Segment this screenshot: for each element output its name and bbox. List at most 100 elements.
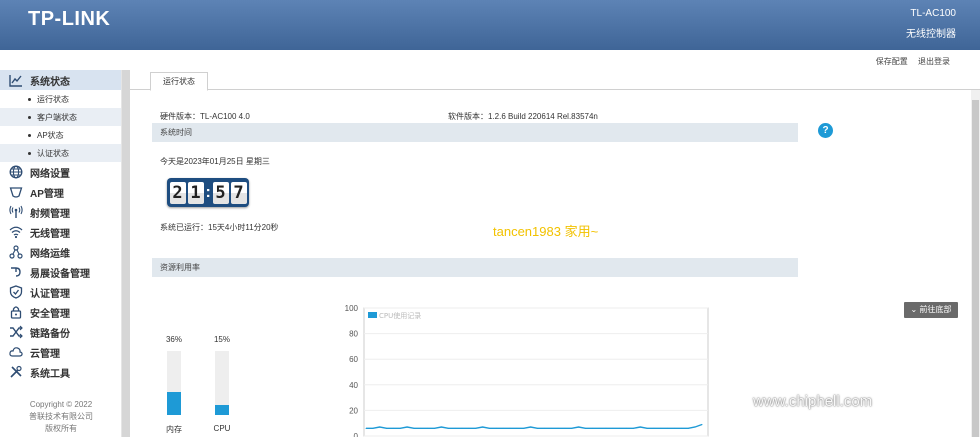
antenna-icon	[9, 205, 23, 218]
cpu-data-point	[701, 423, 703, 425]
cpu-data-point	[674, 427, 676, 429]
main-content: 运行状态 硬件版本：TL-AC100 4.0 软件版本：1.2.6 Build …	[130, 70, 980, 437]
chevron-down-icon: ⌄	[910, 305, 918, 314]
cpu-data-point	[495, 427, 497, 429]
app-header: TP-LINK TL-AC100 无线控制器	[0, 0, 980, 50]
globe-icon	[9, 165, 23, 179]
chart-line-icon	[9, 75, 22, 87]
cloud-icon	[9, 347, 23, 357]
cpu-data-point	[687, 427, 689, 429]
memory-percent: 36%	[165, 335, 182, 344]
cpu-data-point	[516, 427, 518, 429]
cpu-meter-fill	[215, 405, 229, 415]
ap-icon	[9, 187, 23, 198]
cpu-data-point	[646, 427, 648, 429]
cpu-data-point	[667, 427, 669, 429]
cpu-data-point	[626, 427, 628, 429]
memory-meter	[167, 351, 181, 415]
cpu-data-point	[399, 427, 401, 429]
section-resource-usage: 资源利用率	[152, 258, 798, 277]
system-uptime: 系统已运行：15天4小时11分20秒	[160, 223, 279, 232]
mesh-device-icon	[11, 267, 21, 277]
cpu-data-point	[612, 427, 614, 429]
cpu-data-point	[468, 427, 470, 429]
sidebar-subitem-ap-status[interactable]: AP状态	[0, 126, 121, 144]
sidebar-item-radio-management[interactable]: 射频管理	[0, 202, 121, 222]
sidebar-item-wireless-management[interactable]: 无线管理	[0, 222, 121, 242]
cpu-data-point	[660, 427, 662, 429]
sidebar-item-system-status[interactable]: 系统状态	[0, 70, 121, 90]
cpu-data-point	[632, 427, 634, 429]
cpu-data-point	[365, 427, 367, 429]
clock-digit: 1	[187, 181, 204, 204]
cpu-data-point	[482, 426, 484, 428]
cpu-data-point	[461, 427, 463, 429]
sidebar-item-auth-management[interactable]: 认证管理	[0, 282, 121, 302]
cpu-data-point	[530, 426, 532, 428]
cpu-data-point	[509, 427, 511, 429]
legend-swatch	[368, 312, 377, 318]
cpu-data-point	[523, 427, 525, 429]
cpu-data-point	[454, 427, 456, 429]
help-icon[interactable]: ?	[818, 123, 833, 138]
chiphell-watermark-url: www.chiphell.com	[753, 393, 873, 410]
cpu-data-point	[550, 427, 552, 429]
cpu-data-point	[488, 427, 490, 429]
clock-digit: 7	[230, 181, 247, 204]
y-tick-label: 80	[349, 330, 358, 339]
cpu-data-point	[571, 427, 573, 429]
sidebar-item-cloud-management[interactable]: 云管理	[0, 342, 121, 362]
logout-link[interactable]: 退出登录	[918, 57, 950, 66]
memory-meter-fill	[167, 391, 181, 415]
sidebar-subitem-auth-status[interactable]: 认证状态	[0, 144, 121, 162]
y-tick-label: 20	[349, 406, 358, 415]
cpu-data-point	[420, 427, 422, 429]
tab-run-status[interactable]: 运行状态	[150, 72, 208, 91]
wifi-icon	[9, 226, 23, 239]
network-ops-icon	[9, 245, 23, 259]
memory-label: 内存	[166, 425, 182, 434]
sidebar-item-security-management[interactable]: 安全管理	[0, 302, 121, 322]
sidebar-item-link-backup[interactable]: 链路备份	[0, 322, 121, 342]
brand-logo: TP-LINK	[28, 8, 111, 30]
sidebar-subitem-run-status[interactable]: 运行状态	[0, 90, 121, 108]
sidebar-scrollbar[interactable]	[122, 70, 130, 437]
top-link-bar: 保存配置 退出登录	[0, 50, 980, 70]
cpu-data-point	[605, 427, 607, 429]
clock-digit: 2	[169, 181, 186, 204]
cpu-data-point	[564, 427, 566, 429]
today-date: 今天是2023年01月25日 星期三	[160, 157, 270, 166]
cpu-data-point	[591, 427, 593, 429]
cpu-data-point	[680, 427, 682, 429]
sidebar-item-mesh-device-management[interactable]: 易展设备管理	[0, 262, 121, 282]
sidebar: 系统状态 运行状态 客户端状态 AP状态 认证状态 网络设置 AP管理 射频管理…	[0, 70, 122, 437]
cpu-data-point	[427, 427, 429, 429]
sidebar-item-system-tools[interactable]: 系统工具	[0, 362, 121, 382]
save-config-link[interactable]: 保存配置	[876, 57, 908, 66]
cpu-data-point	[557, 427, 559, 429]
cpu-label: CPU	[213, 424, 231, 433]
cpu-data-point	[392, 427, 394, 429]
cpu-data-point	[475, 427, 477, 429]
cpu-data-point	[413, 427, 415, 429]
sidebar-subitem-client-status[interactable]: 客户端状态	[0, 108, 121, 126]
cpu-data-point	[578, 426, 580, 428]
cpu-data-point	[639, 426, 641, 428]
cpu-data-point	[386, 427, 388, 429]
cpu-data-point	[406, 426, 408, 428]
lock-icon	[10, 306, 22, 319]
copyright: Copyright © 2022 普联技术有限公司 版权所有	[29, 400, 93, 433]
shield-check-icon	[9, 285, 23, 299]
cpu-data-point	[653, 427, 655, 429]
cpu-meter	[215, 351, 229, 415]
cpu-data-point	[447, 427, 449, 429]
sidebar-item-label: 系统状态	[30, 76, 70, 88]
cpu-percent: 15%	[213, 335, 230, 344]
sidebar-item-network-ops[interactable]: 网络运维	[0, 242, 121, 262]
cpu-data-point	[434, 427, 436, 429]
sidebar-item-network-settings[interactable]: 网络设置	[0, 162, 121, 182]
chiphell-watermark-logo	[880, 322, 964, 420]
sidebar-item-ap-management[interactable]: AP管理	[0, 182, 121, 202]
y-tick-label: 100	[345, 304, 359, 313]
chart-plot-area	[363, 307, 709, 437]
